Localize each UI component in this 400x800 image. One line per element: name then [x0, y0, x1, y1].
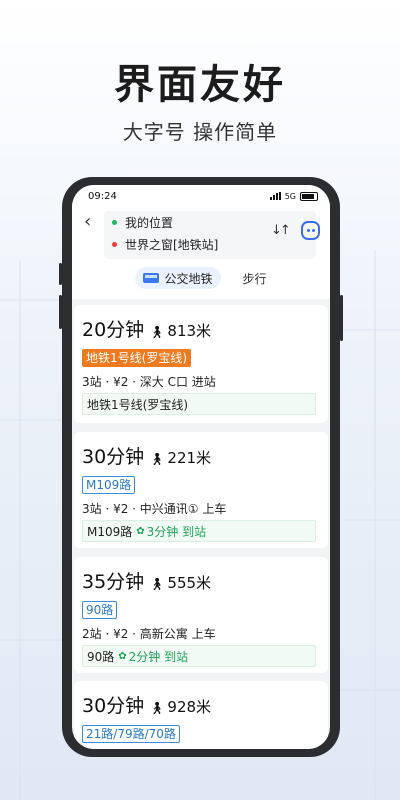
walk-distance: 221米 — [167, 449, 212, 467]
promo-subline: 大字号 操作简单 — [122, 120, 278, 144]
promo-headline: 界面友好 — [114, 62, 286, 108]
route-card[interactable]: 30分钟 🚶︎ 221米 M109路 3站 · ¥2 · 中兴通讯① 上车 M1… — [74, 432, 328, 548]
route-card[interactable]: 30分钟 🚶︎ 928米 21路/79路/70路 — [74, 681, 328, 749]
route-header: ‹ 我的位置 世界之窗[地铁站] ↓↑ 公交地铁 步行 — [72, 207, 330, 299]
route-duration: 30分钟 — [82, 446, 145, 468]
route-info: 3站 · ¥2 · 中兴通讯① 上车 — [82, 502, 227, 516]
phone-side-button — [340, 295, 343, 341]
route-card[interactable]: 20分钟 🚶︎ 813米 地铁1号线(罗宝线) 3站 · ¥2 · 深大 C口 … — [74, 305, 328, 423]
route-card[interactable]: 35分钟 🚶︎ 555米 90路 2站 · ¥2 · 高新公寓 上车 90路 ✿… — [74, 557, 328, 673]
transport-mode-tabs: 公交地铁 步行 — [72, 267, 330, 289]
tab-transit-label: 公交地铁 — [164, 271, 213, 286]
walk-icon: 🚶︎ — [149, 701, 165, 715]
tab-walk-label: 步行 — [242, 271, 267, 286]
realtime-box: M109路 ✿ 3分钟 到站 — [82, 520, 316, 542]
route-duration: 20分钟 — [82, 319, 145, 341]
realtime-signal-icon: ✿ — [118, 650, 127, 662]
destination-label: 世界之窗[地铁站] — [125, 237, 219, 252]
bus-icon — [143, 273, 160, 283]
route-info: 2站 · ¥2 · 高新公寓 上车 — [82, 627, 216, 641]
route-duration: 35分钟 — [82, 571, 145, 593]
walk-icon: 🚶︎ — [149, 452, 165, 466]
line-tag: 地铁1号线(罗宝线) — [82, 349, 191, 367]
realtime-line: 地铁1号线(罗宝线) — [87, 397, 188, 412]
route-info: 3站 · ¥2 · 深大 C口 进站 — [82, 375, 216, 389]
realtime-eta: 2分钟 到站 — [128, 649, 189, 664]
realtime-box: 地铁1号线(罗宝线) — [82, 393, 316, 415]
signal-icon — [269, 192, 281, 200]
walk-distance: 813米 — [167, 322, 212, 340]
status-bar: 09:24 5G — [72, 185, 330, 207]
tab-walk[interactable]: 步行 — [243, 267, 267, 289]
origin-label: 我的位置 — [125, 215, 174, 230]
realtime-box: 90路 ✿ 2分钟 到站 — [82, 645, 316, 667]
line-tag: 21路/79路/70路 — [82, 725, 180, 743]
network-label: 5G — [284, 191, 296, 201]
origin-dot-icon — [112, 219, 117, 225]
line-tag: 90路 — [82, 601, 118, 619]
walk-icon: 🚶︎ — [149, 577, 165, 591]
swap-direction-icon[interactable]: ↓↑ — [271, 223, 291, 238]
back-icon[interactable]: ‹ — [84, 211, 91, 232]
battery-icon — [300, 191, 318, 201]
phone-screen: 09:24 5G ‹ 我的位置 世界之窗[地铁站] ↓↑ 公交地铁 步行 20分… — [72, 185, 330, 749]
destination-dot-icon — [112, 241, 117, 247]
realtime-line: M109路 — [87, 524, 133, 539]
phone-side-button — [59, 263, 62, 285]
phone-frame: 09:24 5G ‹ 我的位置 世界之窗[地铁站] ↓↑ 公交地铁 步行 20分… — [59, 177, 343, 757]
walk-icon: 🚶︎ — [149, 325, 165, 339]
line-tag: M109路 — [82, 476, 136, 494]
realtime-eta: 3分钟 到站 — [146, 524, 207, 539]
realtime-signal-icon: ✿ — [136, 525, 145, 537]
phone-side-button — [59, 295, 62, 329]
status-time: 09:24 — [88, 190, 117, 202]
walk-distance: 928米 — [167, 698, 212, 716]
route-duration: 30分钟 — [82, 695, 145, 717]
walk-distance: 555米 — [167, 574, 212, 592]
tab-transit[interactable]: 公交地铁 — [135, 267, 221, 289]
realtime-line: 90路 — [87, 649, 115, 664]
assistant-icon[interactable] — [301, 221, 320, 240]
